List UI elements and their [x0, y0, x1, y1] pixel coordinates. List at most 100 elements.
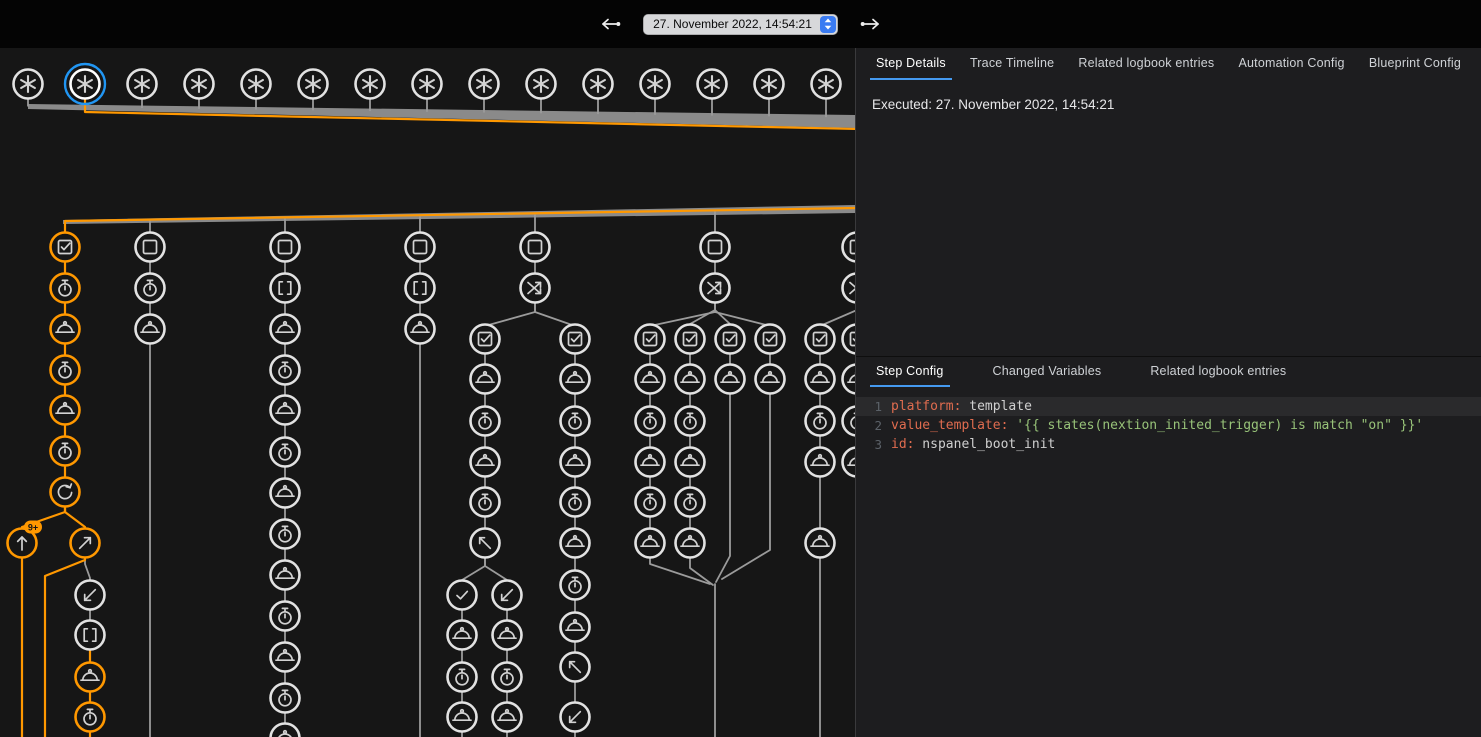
graph-node-checkbox-icon[interactable] [806, 325, 835, 354]
graph-node-asterisk-icon[interactable] [65, 64, 105, 104]
graph-node-timer-icon[interactable] [676, 488, 705, 517]
graph-node-asterisk-icon[interactable] [413, 70, 442, 99]
graph-node-bell-icon[interactable] [493, 703, 522, 732]
graph-node-brackets-icon[interactable] [271, 274, 300, 303]
graph-node-bell-icon[interactable] [471, 365, 500, 394]
graph-node-shuffle-icon[interactable] [843, 274, 856, 303]
graph-node-asterisk-icon[interactable] [14, 70, 43, 99]
graph-node-asterisk-icon[interactable] [641, 70, 670, 99]
graph-node-asterisk-icon[interactable] [470, 70, 499, 99]
graph-node-square-icon[interactable] [406, 233, 435, 262]
graph-node-square-icon[interactable] [521, 233, 550, 262]
graph-node-bell-icon[interactable] [471, 448, 500, 477]
graph-node-bell-icon[interactable] [561, 365, 590, 394]
graph-node-shuffle-icon[interactable] [521, 274, 550, 303]
graph-node-bell-icon[interactable] [561, 613, 590, 642]
graph-node-checkbox-icon[interactable] [676, 325, 705, 354]
graph-node-timer-icon[interactable] [471, 407, 500, 436]
graph-node-timer-icon[interactable] [561, 571, 590, 600]
graph-node-timer-icon[interactable] [51, 437, 80, 466]
graph-node-asterisk-icon[interactable] [185, 70, 214, 99]
graph-node-square-icon[interactable] [271, 233, 300, 262]
tab-automation-config[interactable]: Automation Config [1232, 48, 1350, 80]
graph-node-bell-icon[interactable] [676, 529, 705, 558]
graph-node-arrow-top-left-icon[interactable] [471, 529, 500, 558]
graph-node-timer-icon[interactable] [271, 438, 300, 467]
tab-related-logbook-entries[interactable]: Related logbook entries [1144, 357, 1292, 387]
graph-node-bell-icon[interactable] [493, 621, 522, 650]
graph-node-brackets-icon[interactable] [406, 274, 435, 303]
graph-node-timer-icon[interactable] [676, 407, 705, 436]
graph-node-brackets-icon[interactable] [76, 621, 105, 650]
graph-node-bell-icon[interactable] [271, 561, 300, 590]
graph-node-bell-icon[interactable] [676, 448, 705, 477]
graph-node-bell-icon[interactable] [51, 315, 80, 344]
graph-node-arrow-bottom-left-icon[interactable] [561, 703, 590, 732]
graph-node-bell-icon[interactable] [271, 724, 300, 737]
tab-step-config[interactable]: Step Config [870, 357, 950, 387]
tab-related-logbook-entries[interactable]: Related logbook entries [1072, 48, 1220, 80]
graph-node-timer-icon[interactable] [493, 663, 522, 692]
graph-node-bell-icon[interactable] [806, 448, 835, 477]
ray-start-arrow-icon[interactable] [856, 12, 884, 36]
graph-node-bell-icon[interactable] [406, 315, 435, 344]
graph-node-bell-icon[interactable] [843, 365, 856, 394]
graph-node-square-icon[interactable] [136, 233, 165, 262]
graph-node-bell-icon[interactable] [136, 315, 165, 344]
graph-node-shuffle-icon[interactable] [701, 274, 730, 303]
graph-node-bell-icon[interactable] [271, 479, 300, 508]
graph-node-asterisk-icon[interactable] [755, 70, 784, 99]
graph-node-timer-icon[interactable] [271, 520, 300, 549]
graph-node-bell-icon[interactable] [806, 365, 835, 394]
graph-node-checkbox-icon[interactable] [636, 325, 665, 354]
ray-end-arrow-icon[interactable] [597, 12, 625, 36]
step-config-code[interactable]: 1platform: template2value_template: '{{ … [856, 387, 1481, 454]
graph-node-checkbox-icon[interactable] [561, 325, 590, 354]
graph-node-check-icon[interactable] [448, 581, 477, 610]
graph-node-asterisk-icon[interactable] [584, 70, 613, 99]
graph-node-arrow-bottom-left-icon[interactable] [493, 581, 522, 610]
graph-node-timer-icon[interactable] [271, 356, 300, 385]
graph-node-bell-icon[interactable] [843, 448, 856, 477]
graph-node-asterisk-icon[interactable] [812, 70, 841, 99]
graph-node-timer-icon[interactable] [51, 356, 80, 385]
graph-node-bell-icon[interactable] [561, 529, 590, 558]
graph-node-bell-icon[interactable] [806, 529, 835, 558]
graph-node-asterisk-icon[interactable] [527, 70, 556, 99]
graph-node-timer-icon[interactable] [636, 407, 665, 436]
graph-node-square-icon[interactable] [701, 233, 730, 262]
graph-node-timer-icon[interactable] [471, 488, 500, 517]
graph-node-asterisk-icon[interactable] [698, 70, 727, 99]
graph-node-bell-icon[interactable] [51, 396, 80, 425]
graph-node-arrow-top-right-icon[interactable] [71, 529, 100, 558]
tab-blueprint-config[interactable]: Blueprint Config [1363, 48, 1467, 80]
graph-node-bell-icon[interactable] [448, 703, 477, 732]
graph-node-timer-icon[interactable] [561, 488, 590, 517]
graph-node-asterisk-icon[interactable] [128, 70, 157, 99]
graph-node-bell-icon[interactable] [756, 365, 785, 394]
graph-node-bell-icon[interactable] [636, 448, 665, 477]
graph-node-square-icon[interactable] [843, 233, 856, 262]
graph-node-checkbox-icon[interactable] [471, 325, 500, 354]
graph-node-timer-icon[interactable] [561, 407, 590, 436]
graph-node-bell-icon[interactable] [271, 643, 300, 672]
graph-node-bell-icon[interactable] [716, 365, 745, 394]
graph-node-bell-icon[interactable] [636, 365, 665, 394]
graph-node-repeat-icon[interactable] [51, 478, 80, 507]
graph-node-timer-icon[interactable] [636, 488, 665, 517]
graph-node-asterisk-icon[interactable] [299, 70, 328, 99]
tab-trace-timeline[interactable]: Trace Timeline [964, 48, 1060, 80]
graph-node-checkbox-icon[interactable] [756, 325, 785, 354]
graph-node-timer-icon[interactable] [271, 684, 300, 713]
graph-node-bell-icon[interactable] [636, 529, 665, 558]
graph-node-checkbox-icon[interactable] [716, 325, 745, 354]
graph-node-timer-icon[interactable] [271, 602, 300, 631]
graph-node-timer-icon[interactable] [76, 703, 105, 732]
graph-node-bell-icon[interactable] [676, 365, 705, 394]
run-date-select[interactable]: 27. November 2022, 14:54:21 [643, 14, 838, 35]
graph-node-checkbox-icon[interactable] [843, 325, 856, 354]
graph-node-timer-icon[interactable] [448, 663, 477, 692]
graph-node-asterisk-icon[interactable] [242, 70, 271, 99]
graph-node-arrow-top-left-icon[interactable] [561, 653, 590, 682]
graph-node-arrow-bottom-left-icon[interactable] [76, 581, 105, 610]
